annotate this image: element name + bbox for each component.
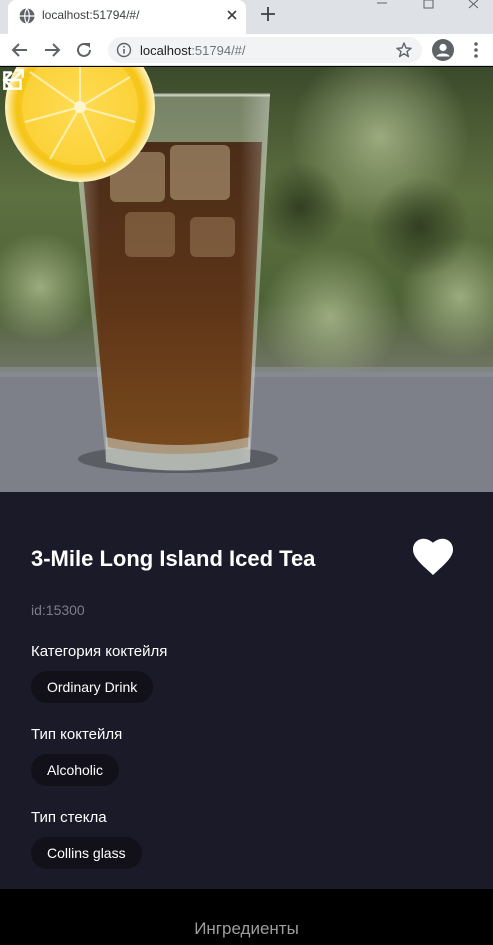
category-label: Категория коктейля: [31, 643, 168, 660]
drink-image: [0, 67, 493, 492]
glass-label: Тип стекла: [31, 809, 107, 826]
more-vert-icon[interactable]: [468, 39, 484, 61]
info-icon[interactable]: [116, 42, 132, 58]
browser-tab-bar: localhost:51794/#/: [0, 0, 493, 34]
browser-toolbar: localhost:51794/#/: [0, 34, 493, 66]
back-icon[interactable]: [9, 39, 31, 61]
ingredients-section: Ингредиенты: [0, 889, 493, 945]
profile-icon[interactable]: [431, 38, 455, 62]
glass-chip[interactable]: Collins glass: [31, 837, 142, 869]
alcoholic-label: Тип коктейля: [31, 726, 123, 743]
alcoholic-chip[interactable]: Alcoholic: [31, 754, 120, 786]
drink-details: 3-Mile Long Island Iced Tea id:15300 Кат…: [0, 492, 493, 889]
drink-id: id:15300: [31, 602, 85, 618]
reload-icon[interactable]: [73, 39, 95, 61]
maximize-icon[interactable]: [418, 0, 438, 16]
tab-title: localhost:51794/#/: [42, 8, 140, 22]
bookmark-star-icon[interactable]: [395, 41, 413, 59]
drink-photo: [0, 67, 493, 492]
close-icon[interactable]: [224, 7, 240, 23]
url-rest: :51794/#/: [191, 43, 246, 58]
window-close-icon[interactable]: [464, 0, 484, 16]
url-text[interactable]: localhost:51794/#/: [140, 43, 246, 58]
globe-icon: [19, 8, 35, 24]
browser-tab[interactable]: localhost:51794/#/: [8, 0, 246, 34]
new-tab-icon[interactable]: [258, 4, 278, 24]
minimize-icon[interactable]: [372, 0, 392, 16]
forward-icon[interactable]: [41, 39, 63, 61]
open-in-new-icon[interactable]: [0, 67, 26, 93]
drink-title: 3-Mile Long Island Iced Tea: [31, 546, 316, 571]
url-host: localhost: [140, 43, 192, 58]
category-chip[interactable]: Ordinary Drink: [31, 671, 154, 703]
ingredients-title: Ингредиенты: [194, 919, 299, 938]
heart-icon[interactable]: [411, 537, 455, 577]
address-bar[interactable]: localhost:51794/#/: [108, 37, 422, 63]
